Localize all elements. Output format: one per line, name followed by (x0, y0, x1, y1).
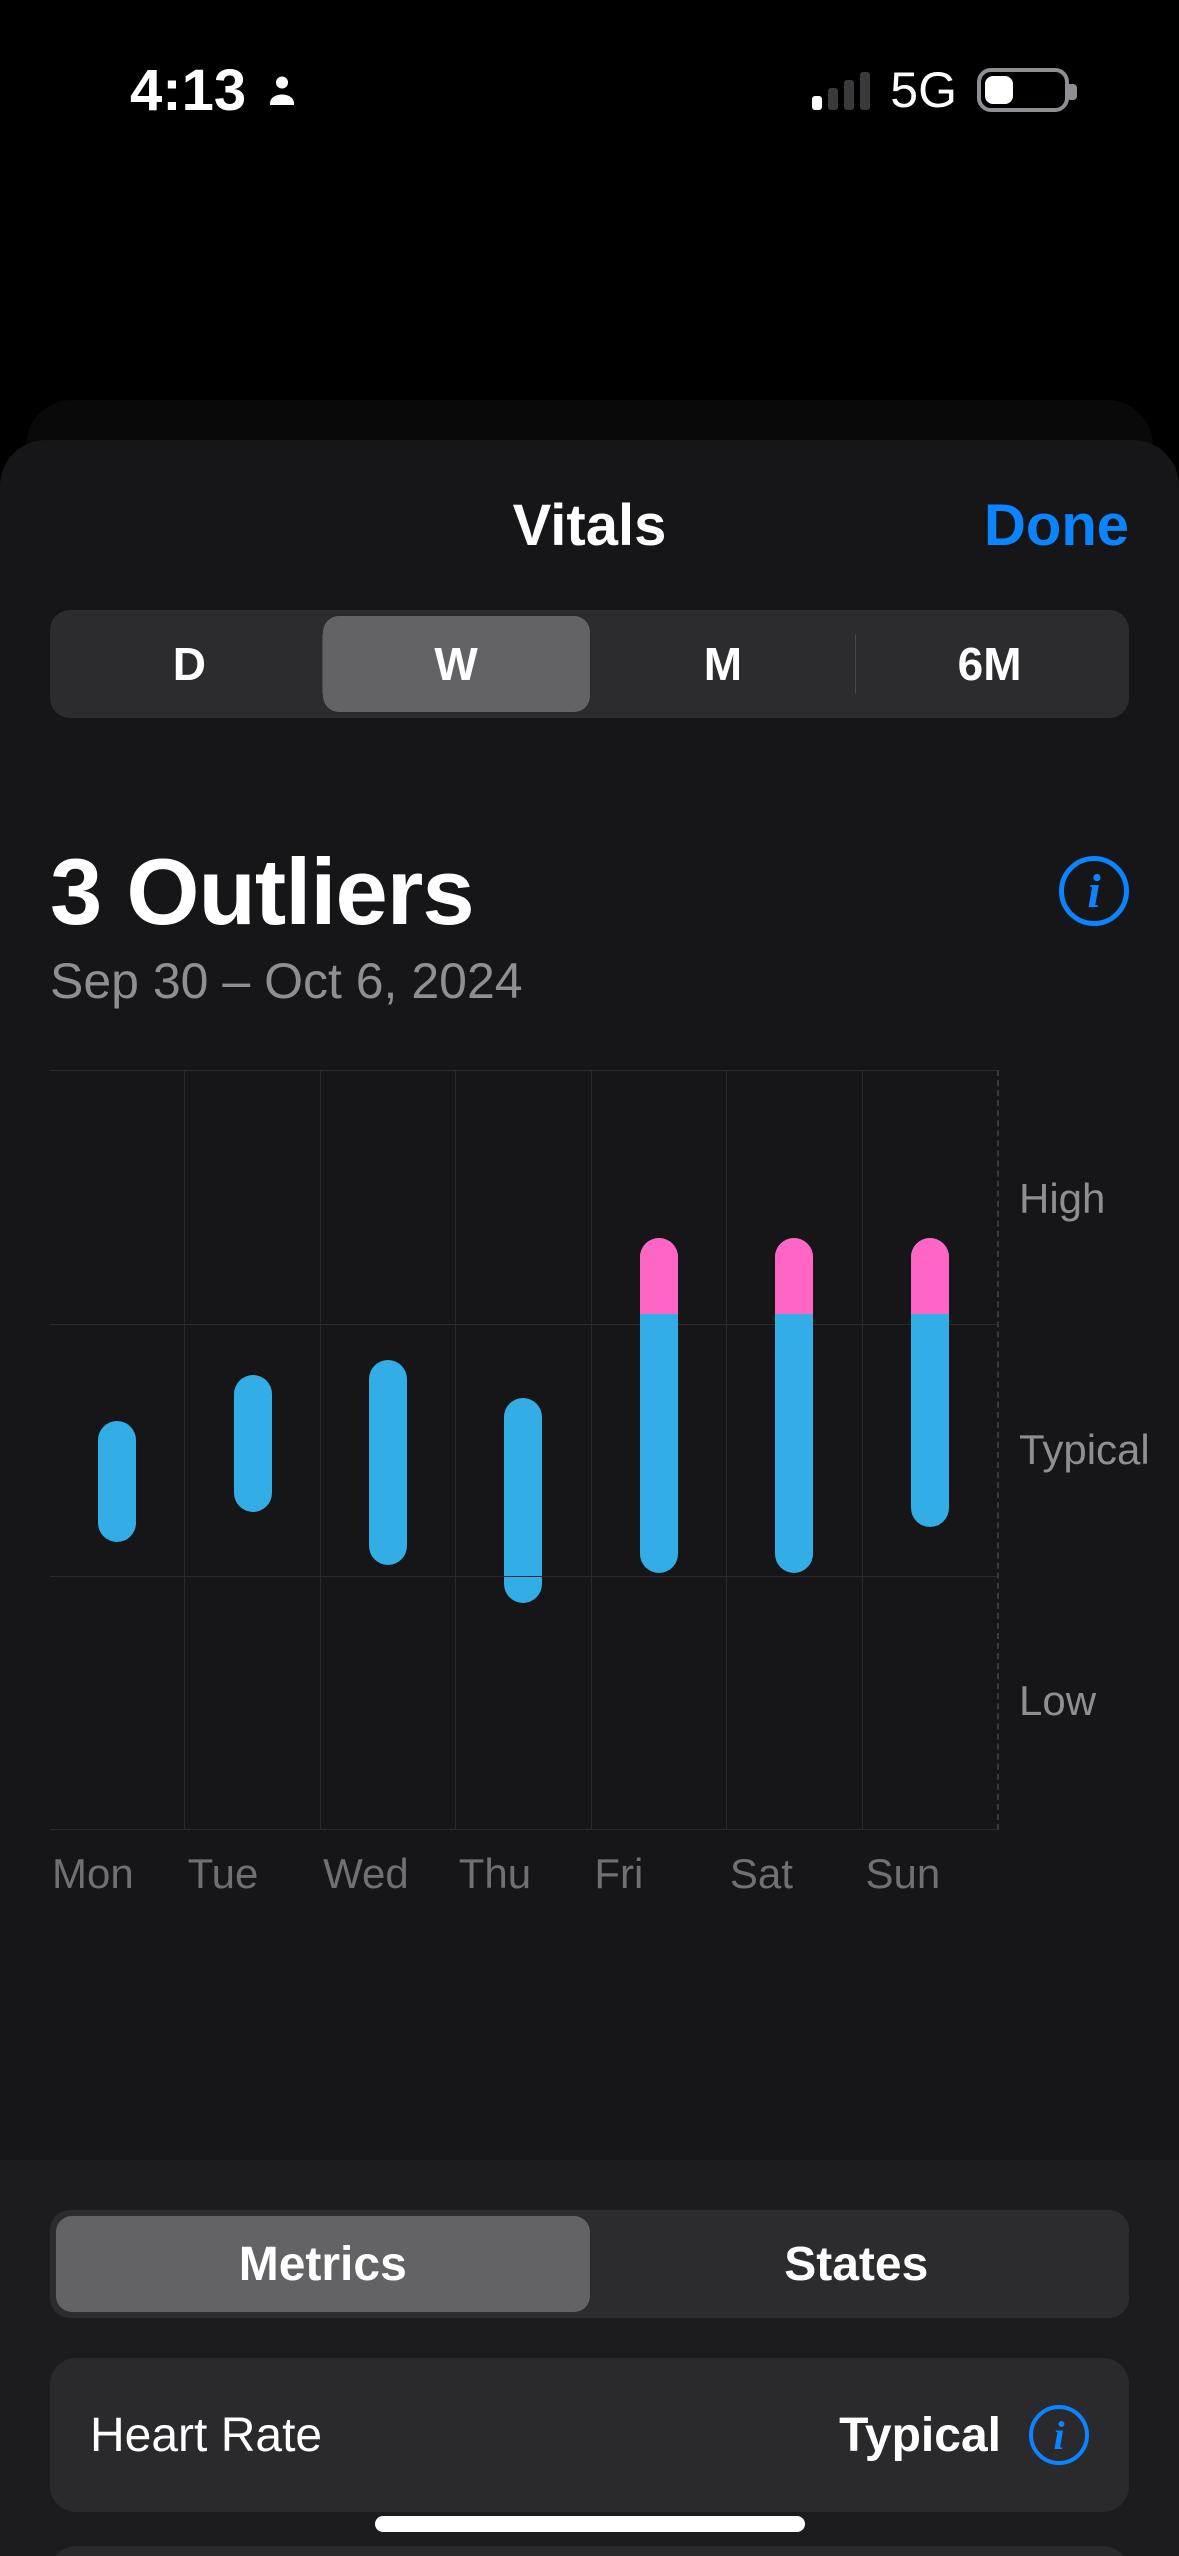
chart-col-tue[interactable] (184, 1071, 319, 1829)
status-time: 4:13 (130, 57, 246, 124)
x-label-wed: Wed (321, 1850, 457, 1898)
metric-value: Typical (839, 2408, 1001, 2463)
vitals-chart[interactable]: LowTypicalHigh (50, 1070, 1129, 1830)
cellular-signal-icon (812, 70, 870, 110)
time-range-segmented[interactable]: DWM6M (50, 610, 1129, 718)
y-label-high: High (1019, 1175, 1105, 1223)
metric-row-heart-rate[interactable]: Heart Rate Typical i (50, 2358, 1129, 2512)
tab-metrics[interactable]: Metrics (56, 2216, 590, 2312)
chart-x-axis: MonTueWedThuFriSatSun (50, 1850, 1129, 1898)
x-label-thu: Thu (457, 1850, 593, 1898)
info-icon: i (1053, 2412, 1064, 2459)
x-label-mon: Mon (50, 1850, 186, 1898)
y-label-typical: Typical (1019, 1426, 1150, 1474)
tab-states[interactable]: States (590, 2216, 1124, 2312)
time-range-d[interactable]: D (56, 616, 323, 712)
summary-heading: 3 Outliers Sep 30 – Oct 6, 2024 i (50, 838, 1129, 1010)
info-button[interactable]: i (1059, 856, 1129, 926)
time-range-6m[interactable]: 6M (856, 616, 1123, 712)
person-icon (264, 72, 300, 108)
metric-info-button[interactable]: i (1029, 2405, 1089, 2465)
page-title: Vitals (513, 492, 667, 559)
chart-col-wed[interactable] (320, 1071, 455, 1829)
chart-col-sun[interactable] (862, 1071, 997, 1829)
time-range-w[interactable]: W (323, 616, 590, 712)
metrics-states-segmented[interactable]: MetricsStates (50, 2210, 1129, 2318)
y-label-low: Low (1019, 1677, 1096, 1725)
x-label-tue: Tue (186, 1850, 322, 1898)
vitals-sheet: Vitals Done DWM6M 3 Outliers Sep 30 – Oc… (0, 440, 1179, 2556)
chart-col-mon[interactable] (50, 1071, 184, 1829)
metric-name: Heart Rate (90, 2408, 322, 2463)
info-icon: i (1087, 864, 1100, 919)
home-indicator[interactable] (375, 2516, 805, 2532)
network-label: 5G (890, 61, 957, 119)
metrics-panel: MetricsStates Heart Rate Typical i Respirat… (0, 2160, 1179, 2556)
time-range-m[interactable]: M (590, 616, 857, 712)
chart-col-sat[interactable] (726, 1071, 861, 1829)
chart-y-axis: LowTypicalHigh (999, 1070, 1129, 1830)
battery-icon (977, 68, 1069, 112)
x-label-sat: Sat (728, 1850, 864, 1898)
x-label-sun: Sun (863, 1850, 999, 1898)
outliers-title: 3 Outliers (50, 838, 523, 946)
done-button[interactable]: Done (984, 492, 1129, 559)
chart-col-fri[interactable] (591, 1071, 726, 1829)
x-label-fri: Fri (592, 1850, 728, 1898)
chart-col-thu[interactable] (455, 1071, 590, 1829)
status-bar: 4:13 5G (0, 0, 1179, 180)
date-range: Sep 30 – Oct 6, 2024 (50, 952, 523, 1010)
metric-row-respiratory-rate[interactable]: Respiratory RateTypicali (50, 2546, 1129, 2556)
sheet-header: Vitals Done (50, 440, 1129, 610)
